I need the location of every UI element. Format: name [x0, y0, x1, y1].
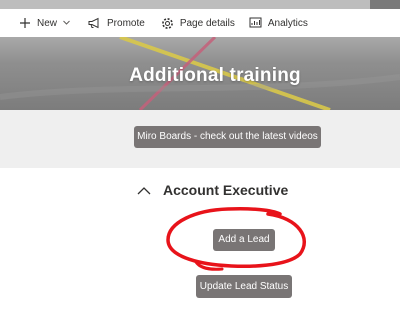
megaphone-icon	[88, 16, 102, 30]
analytics-label: Analytics	[267, 17, 308, 29]
analytics-button[interactable]: Analytics	[249, 9, 308, 37]
chevron-down-icon[interactable]	[63, 20, 70, 27]
hero-banner: Additional training	[0, 37, 400, 110]
collapsible-section-header[interactable]: Account Executive	[136, 180, 288, 200]
new-button[interactable]: New	[18, 9, 70, 37]
page-details-label: Page details	[179, 17, 235, 29]
promote-label: Promote	[107, 17, 145, 29]
page-title: Additional training	[129, 65, 301, 86]
command-bar: New Promote Page details Analytics	[0, 9, 400, 37]
gear-icon	[161, 16, 175, 30]
top-strip	[0, 0, 400, 9]
section-heading: Account Executive	[163, 182, 289, 198]
update-lead-status-button[interactable]: Update Lead Status	[196, 275, 292, 298]
page-details-button[interactable]: Page details	[161, 9, 235, 37]
chevron-up-icon[interactable]	[136, 183, 152, 197]
add-lead-button[interactable]: Add a Lead	[213, 229, 275, 251]
new-label: New	[37, 17, 58, 29]
chart-icon	[249, 16, 263, 30]
promote-button[interactable]: Promote	[88, 9, 145, 37]
plus-icon	[18, 16, 32, 30]
top-strip-highlight	[0, 0, 370, 9]
links-section: Miro Boards - check out the latest video…	[0, 110, 400, 168]
miro-boards-button[interactable]: Miro Boards - check out the latest video…	[134, 126, 321, 148]
